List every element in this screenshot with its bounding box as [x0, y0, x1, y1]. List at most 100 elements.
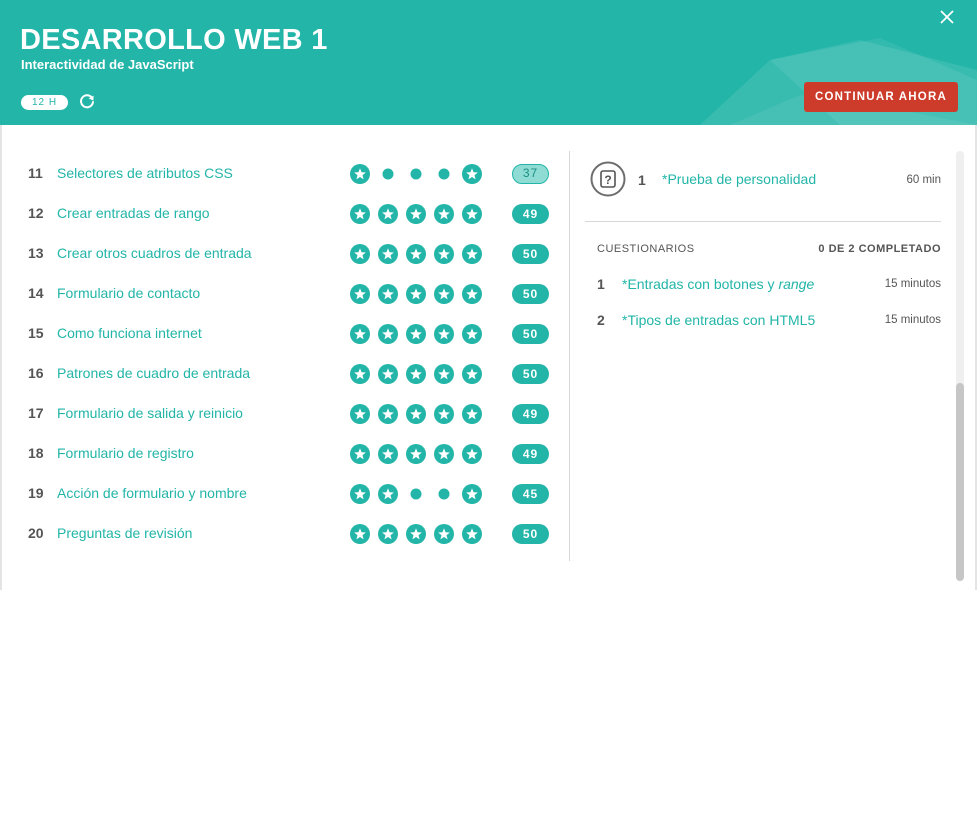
lesson-row[interactable]: 19 Acción de formulario y nombre 45 — [0, 479, 568, 509]
svg-text:?: ? — [604, 173, 611, 187]
hours-badge: 12 H — [21, 95, 68, 110]
score-badge: 37 — [512, 164, 549, 184]
quiz-link[interactable]: *Tipos de entradas con HTML5 — [622, 312, 815, 328]
lesson-link[interactable]: Formulario de salida y reinicio — [57, 405, 243, 421]
lesson-link[interactable]: Selectores de atributos CSS — [57, 165, 233, 181]
star-icon — [406, 524, 426, 544]
lesson-number: 18 — [28, 445, 44, 461]
quizzes-heading: CUESTIONARIOS — [597, 243, 695, 255]
empty-star-dot-icon — [410, 168, 422, 180]
lesson-link[interactable]: Como funciona internet — [57, 325, 202, 341]
lesson-number: 16 — [28, 365, 44, 381]
score-badge: 50 — [512, 524, 549, 544]
lesson-row[interactable]: 16 Patrones de cuadro de entrada 50 — [0, 359, 568, 389]
lesson-row[interactable]: 12 Crear entradas de rango 49 — [0, 199, 568, 229]
quiz-link-text: *Tipos de entradas con HTML5 — [622, 312, 816, 328]
star-icon — [378, 204, 398, 224]
star-icon — [406, 324, 426, 344]
star-icon — [434, 244, 454, 264]
lesson-link[interactable]: Formulario de contacto — [57, 285, 200, 301]
star-icon — [462, 324, 482, 344]
lesson-row[interactable]: 13 Crear otros cuadros de entrada 50 — [0, 239, 568, 269]
star-icon — [462, 204, 482, 224]
lesson-row[interactable]: 18 Formulario de registro 49 — [0, 439, 568, 469]
star-icon — [378, 484, 398, 504]
star-icon — [350, 284, 370, 304]
lesson-number: 12 — [28, 205, 44, 221]
star-icon — [350, 364, 370, 384]
star-icon — [434, 324, 454, 344]
star-icon — [434, 444, 454, 464]
continue-now-button[interactable]: CONTINUAR AHORA — [804, 82, 958, 112]
lesson-link[interactable]: Crear entradas de rango — [57, 205, 210, 221]
exam-link[interactable]: *Prueba de personalidad — [662, 171, 816, 187]
star-icon — [350, 524, 370, 544]
star-icon — [434, 364, 454, 384]
lesson-row[interactable]: 14 Formulario de contacto 50 — [0, 279, 568, 309]
lesson-number: 14 — [28, 285, 44, 301]
lesson-row[interactable]: 11 Selectores de atributos CSS 37 — [0, 159, 568, 189]
star-icon — [350, 444, 370, 464]
star-icon — [350, 324, 370, 344]
star-icon — [462, 164, 482, 184]
star-icon — [350, 484, 370, 504]
lesson-number: 19 — [28, 485, 44, 501]
quiz-item: 2 *Tipos de entradas con HTML5 15 minuto… — [585, 312, 941, 334]
refresh-icon[interactable] — [78, 93, 96, 111]
quiz-duration: 15 minutos — [884, 278, 941, 290]
lesson-link[interactable]: Crear otros cuadros de entrada — [57, 245, 252, 261]
star-icon — [378, 244, 398, 264]
lesson-row[interactable]: 20 Preguntas de revisión 50 — [0, 519, 568, 549]
star-icon — [462, 444, 482, 464]
section-divider — [585, 221, 941, 222]
modal-left-edge — [0, 125, 2, 590]
close-icon[interactable] — [938, 8, 956, 26]
empty-star-dot-icon — [438, 168, 450, 180]
scrollbar-thumb[interactable] — [956, 383, 964, 581]
score-badge: 49 — [512, 404, 549, 424]
lesson-number: 13 — [28, 245, 44, 261]
exam-number: 1 — [638, 172, 646, 188]
exam-duration: 60 min — [906, 174, 941, 186]
star-icon — [406, 204, 426, 224]
lesson-link[interactable]: Patrones de cuadro de entrada — [57, 365, 250, 381]
star-icon — [434, 404, 454, 424]
star-icon — [378, 404, 398, 424]
score-badge: 50 — [512, 244, 549, 264]
star-icon — [462, 284, 482, 304]
lesson-row[interactable]: 17 Formulario de salida y reinicio 49 — [0, 399, 568, 429]
score-badge: 49 — [512, 204, 549, 224]
empty-star-dot-icon — [438, 488, 450, 500]
star-icon — [350, 244, 370, 264]
quiz-number: 2 — [597, 312, 605, 328]
course-header: DESARROLLO WEB 1 Interactividad de JavaS… — [0, 0, 977, 125]
star-icon — [434, 204, 454, 224]
quiz-duration: 15 minutos — [884, 314, 941, 326]
quiz-number: 1 — [597, 276, 605, 292]
star-icon — [462, 404, 482, 424]
star-icon — [462, 484, 482, 504]
star-icon — [378, 444, 398, 464]
quiz-item: 1 *Entradas con botones y range 15 minut… — [585, 276, 941, 298]
empty-star-dot-icon — [382, 168, 394, 180]
course-title: DESARROLLO WEB 1 — [20, 24, 328, 56]
quiz-link-emphasis: range — [778, 276, 815, 292]
lesson-link[interactable]: Preguntas de revisión — [57, 525, 192, 541]
lesson-link[interactable]: Formulario de registro — [57, 445, 194, 461]
empty-star-dot-icon — [410, 488, 422, 500]
star-icon — [406, 284, 426, 304]
star-icon — [350, 164, 370, 184]
panel-divider — [569, 151, 570, 561]
star-icon — [462, 244, 482, 264]
lesson-row[interactable]: 15 Como funciona internet 50 — [0, 319, 568, 349]
lesson-link[interactable]: Acción de formulario y nombre — [57, 485, 247, 501]
star-icon — [406, 404, 426, 424]
star-icon — [378, 364, 398, 384]
scrollbar[interactable] — [956, 151, 964, 581]
lesson-number: 15 — [28, 325, 44, 341]
quiz-link[interactable]: *Entradas con botones y range — [622, 276, 814, 292]
lesson-number: 17 — [28, 405, 44, 421]
star-icon — [378, 324, 398, 344]
question-mark-icon: ? — [590, 161, 626, 197]
star-icon — [462, 364, 482, 384]
